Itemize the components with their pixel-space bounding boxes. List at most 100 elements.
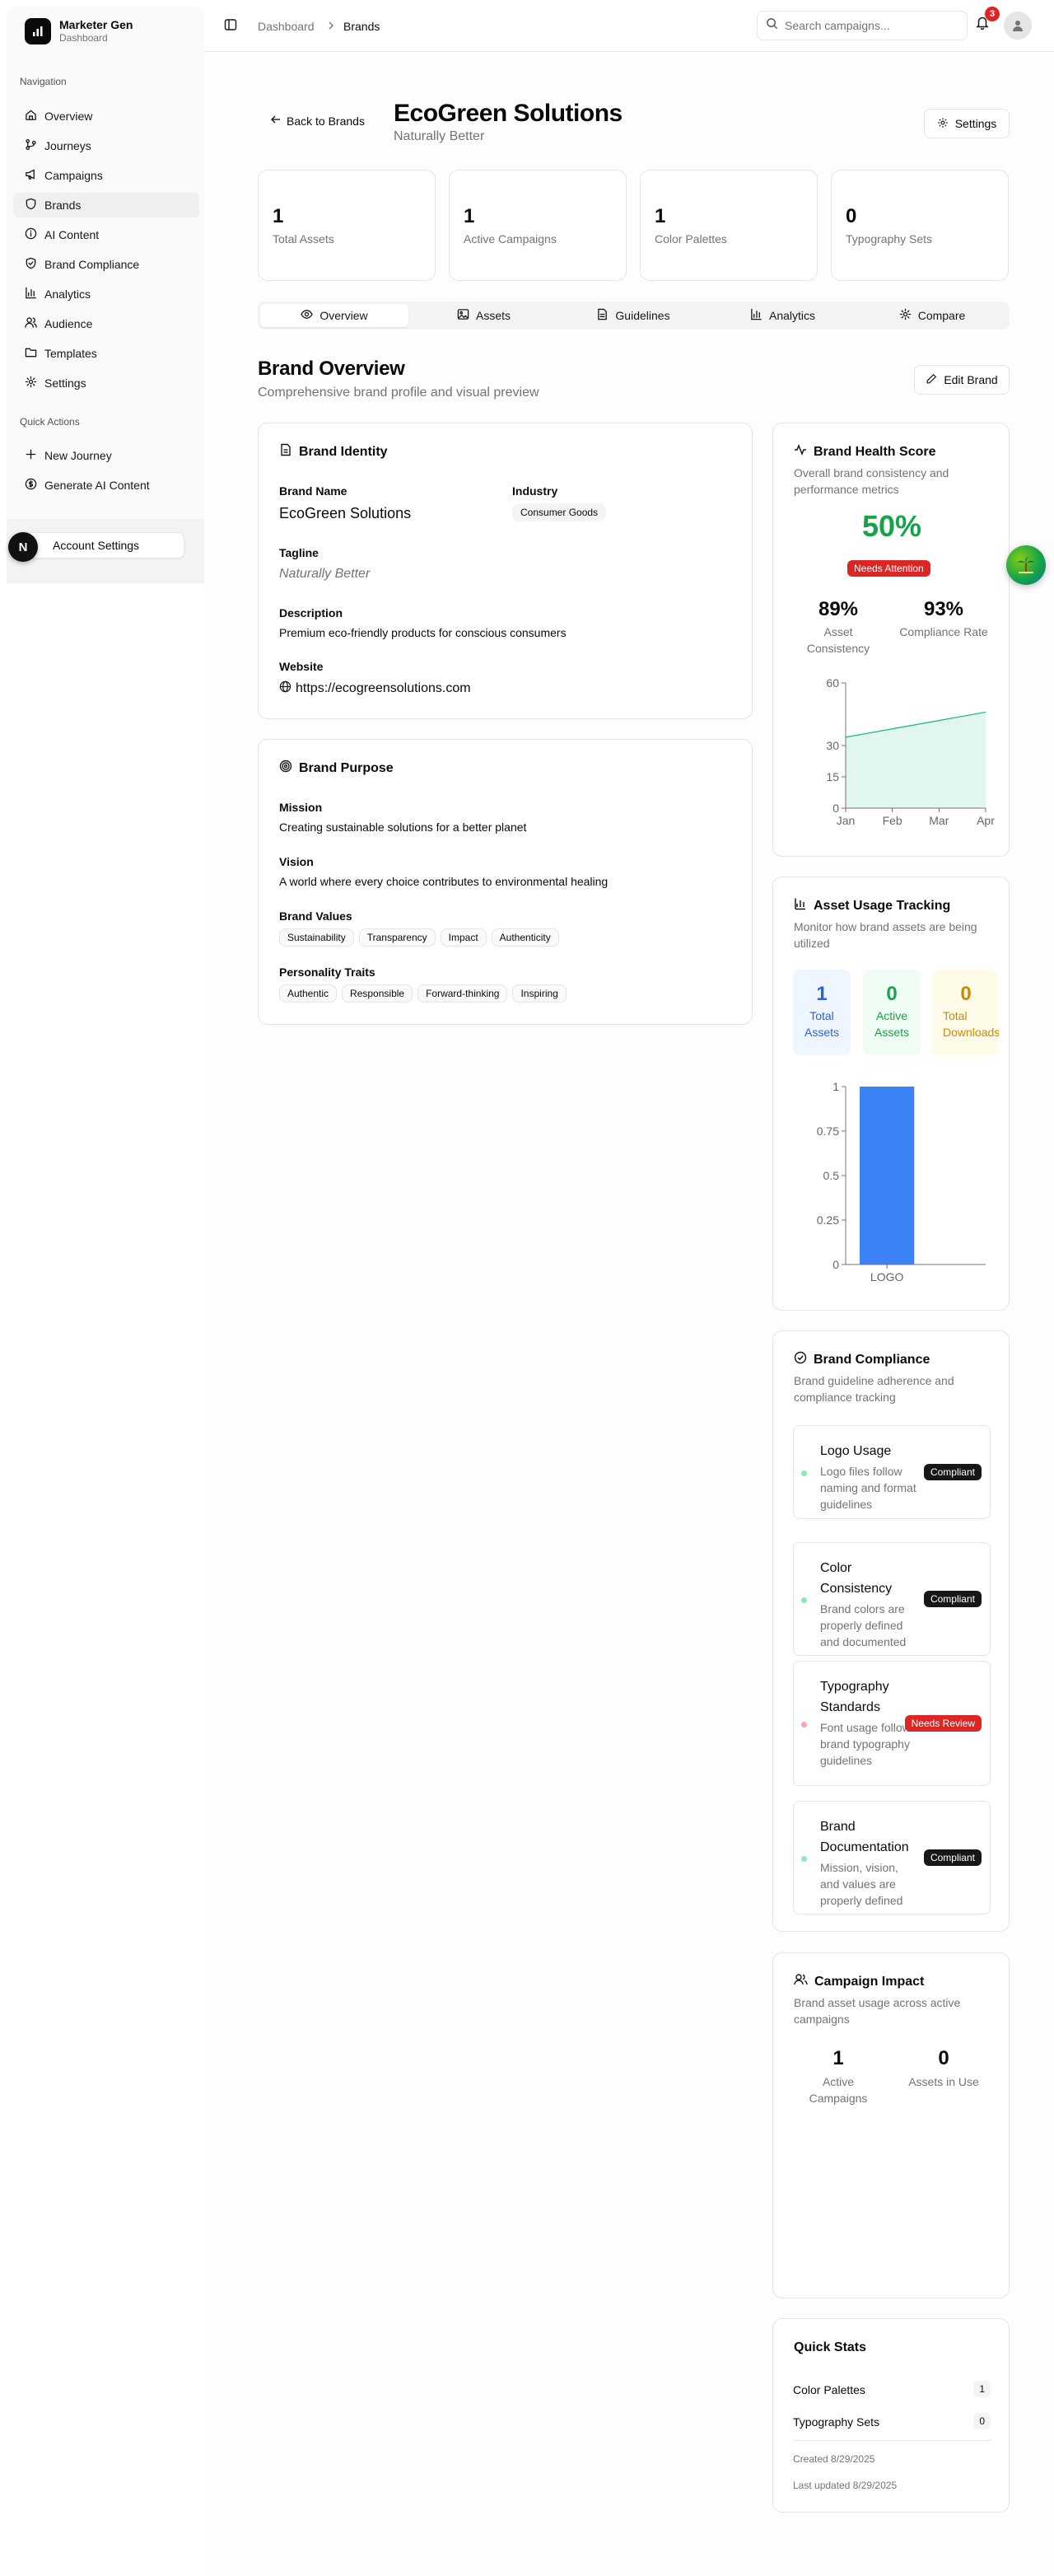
x-tick-label: Jan xyxy=(837,814,856,827)
sidebar-item-label: Campaigns xyxy=(44,169,103,182)
tab-assets[interactable]: Assets xyxy=(410,304,558,327)
website-link[interactable]: https://ecogreensolutions.com xyxy=(279,680,471,697)
color-palettes-row: Color Palettes 1 xyxy=(793,2381,991,2397)
compliance-item-title: Color Consistency xyxy=(820,1561,893,1596)
active-assets-box: 0 Active Assets xyxy=(863,970,921,1055)
tabs-bar: Overview Assets Guidelines Analytics Compare xyxy=(258,302,1010,330)
breadcrumb-dashboard[interactable]: Dashboard xyxy=(258,20,315,33)
search-input[interactable] xyxy=(785,19,949,32)
brand-value-badge: Impact xyxy=(440,928,487,947)
sidebar-item-journeys[interactable]: Journeys xyxy=(13,133,199,158)
sidebar-item-label: Settings xyxy=(44,376,86,390)
sidebar-item-settings[interactable]: Settings xyxy=(13,371,199,395)
tab-guidelines[interactable]: Guidelines xyxy=(559,304,707,327)
y-tick-label: 15 xyxy=(826,770,839,783)
overview-subtitle: Comprehensive brand profile and visual p… xyxy=(258,386,539,400)
check-circle-icon xyxy=(794,1351,807,1368)
sidebar-item-audience[interactable]: Audience xyxy=(13,311,199,336)
personality-trait-badge: Forward-thinking xyxy=(417,984,508,1003)
sidebar-item-label: Journeys xyxy=(44,139,91,152)
asset-usage-card: Asset Usage Tracking Monitor how brand a… xyxy=(772,877,1010,1311)
campaign-impact-description: Brand asset usage across active campaign… xyxy=(794,1996,961,2026)
x-tick-label: Mar xyxy=(929,814,949,827)
sidebar-item-analytics[interactable]: Analytics xyxy=(13,282,199,306)
brand-purpose-header: Brand Purpose xyxy=(279,760,394,777)
quick-action-generate-ai-content[interactable]: Generate AI Content xyxy=(13,473,199,498)
campaign-impact-title: Campaign Impact xyxy=(814,1974,925,1989)
app-brand[interactable]: Marketer Gen Dashboard xyxy=(25,18,133,44)
compliance-item-title: Brand Documentation xyxy=(820,1820,909,1854)
users-icon xyxy=(25,316,37,331)
page-title: EcoGreen Solutions xyxy=(394,100,623,127)
sidebar-toggle-icon[interactable] xyxy=(224,18,237,35)
sidebar-item-label: Brand Compliance xyxy=(44,258,140,271)
profile-avatar[interactable] xyxy=(1004,12,1032,40)
brand-value-badge: Sustainability xyxy=(279,928,354,947)
sidebar-item-label: Overview xyxy=(44,110,93,123)
quick-action-label: Generate AI Content xyxy=(44,479,150,492)
sidebar-item-brands[interactable]: Brands xyxy=(13,193,199,217)
tagline-value: Naturally Better xyxy=(279,567,371,581)
palm-tree-icon xyxy=(1018,557,1034,573)
vision-label: Vision xyxy=(279,855,314,868)
tab-analytics[interactable]: Analytics xyxy=(709,304,857,327)
back-to-brands-button[interactable]: Back to Brands xyxy=(270,114,365,128)
shield-check-icon xyxy=(25,257,37,272)
brand-compliance-card: Brand Compliance Brand guideline adheren… xyxy=(772,1330,1010,1932)
tab-overview[interactable]: Overview xyxy=(260,304,408,327)
pencil-icon xyxy=(926,373,937,387)
compliance-item[interactable]: Brand Documentation Mission, vision, and … xyxy=(793,1801,991,1914)
stat-label: Color Palettes xyxy=(655,232,727,245)
breadcrumb-chevron-icon xyxy=(326,19,336,36)
edit-brand-button[interactable]: Edit Brand xyxy=(914,365,1010,395)
overview-title: Brand Overview xyxy=(258,358,405,380)
sidebar-item-label: AI Content xyxy=(44,228,100,241)
stat-value: 0 xyxy=(846,205,857,227)
brand-health-card: Brand Health Score Overall brand consist… xyxy=(772,423,1010,857)
compliance-status-badge: Compliant xyxy=(923,1849,982,1866)
brand-health-title: Brand Health Score xyxy=(814,444,936,459)
tab-label: Assets xyxy=(475,309,511,322)
total-assets-box: 1 Total Assets xyxy=(793,970,851,1055)
folder-icon xyxy=(25,346,37,361)
gear-icon xyxy=(937,117,949,131)
sidebar-item-ai-content[interactable]: AI Content xyxy=(13,222,199,247)
quick-action-new-journey[interactable]: New Journey xyxy=(13,443,199,468)
stat-label: Total Assets xyxy=(273,232,334,245)
health-trend-chart: 0 15 30 60 Jan Feb Mar Apr xyxy=(826,676,995,827)
compliance-status-badge: Needs Review xyxy=(904,1715,982,1732)
sidebar-item-brand-compliance[interactable]: Brand Compliance xyxy=(13,252,199,277)
search-box[interactable] xyxy=(757,11,968,40)
campaign-impact-card: Campaign Impact Brand asset usage across… xyxy=(772,1952,1010,2298)
stat-value: 1 xyxy=(273,205,284,227)
updated-date: Last updated 8/29/2025 xyxy=(793,2480,898,2491)
total-downloads-label: Total Downloads xyxy=(943,1009,999,1039)
user-avatar[interactable]: N xyxy=(8,532,38,562)
compliance-item[interactable]: Color Consistency Brand colors are proper… xyxy=(793,1542,991,1656)
bar-chart-icon xyxy=(25,287,37,302)
y-tick-label: 0.5 xyxy=(823,1169,840,1182)
brand-compliance-description: Brand guideline adherence and compliance… xyxy=(794,1374,954,1404)
typography-row: Typography Sets 0 xyxy=(793,2413,991,2429)
quick-action-label: New Journey xyxy=(44,449,112,462)
brand-value-badge: Authenticity xyxy=(491,928,559,947)
compliance-item[interactable]: Typography Standards Font usage follows b… xyxy=(793,1661,991,1786)
brand-health-description: Overall brand consistency and performanc… xyxy=(794,466,949,496)
settings-button[interactable]: Settings xyxy=(924,109,1010,138)
floating-assistant-button[interactable] xyxy=(1006,545,1046,585)
stat-card-total-assets: 1 Total Assets xyxy=(258,170,436,281)
description-value: Premium eco-friendly products for consci… xyxy=(279,626,567,639)
asset-usage-description: Monitor how brand assets are being utili… xyxy=(794,920,977,950)
settings-label: Settings xyxy=(954,117,997,130)
industry-label: Industry xyxy=(512,484,558,498)
sidebar-item-campaigns[interactable]: Campaigns xyxy=(13,163,199,188)
sidebar-item-overview[interactable]: Overview xyxy=(13,104,199,129)
sidebar-item-templates[interactable]: Templates xyxy=(13,341,199,366)
stat-card-active-campaigns: 1 Active Campaigns xyxy=(449,170,627,281)
compliance-item[interactable]: Logo Usage Logo files follow naming and f… xyxy=(793,1425,991,1519)
industry-badge: Consumer Goods xyxy=(512,503,607,521)
assets-in-use-value: 0 xyxy=(938,2047,949,2069)
color-palettes-label: Color Palettes xyxy=(793,2383,865,2396)
tab-compare[interactable]: Compare xyxy=(858,304,1006,327)
active-campaigns-label: Active Campaigns xyxy=(809,2075,868,2105)
